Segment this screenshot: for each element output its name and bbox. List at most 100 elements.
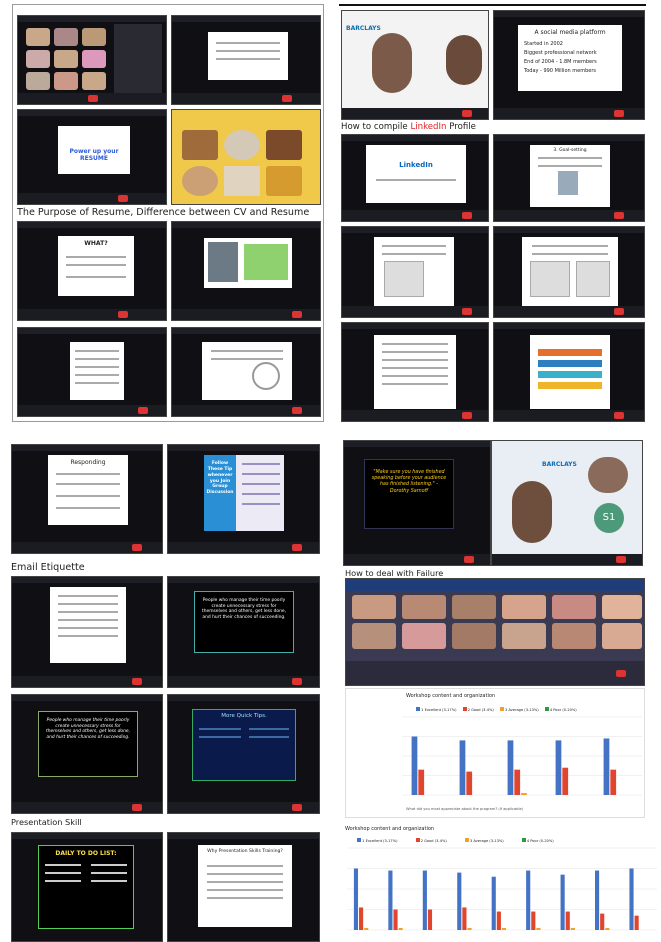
bar	[393, 909, 398, 930]
bar	[398, 927, 403, 930]
legend-label: 3 Average (3-13%)	[504, 708, 539, 712]
slide-title: Responding	[70, 459, 106, 466]
caption-linkedin: LinkedIn	[410, 122, 447, 132]
legend-item: 3 Average (3-13%)	[464, 838, 504, 843]
video-call-s1: BARCLAYS S1	[491, 440, 643, 566]
legend-label: 2 Good (3-4%)	[467, 708, 494, 712]
panel-failure: "Make sure you have finished speaking be…	[339, 440, 661, 942]
bar	[462, 907, 467, 930]
panel-linkedin: BARCLAYS A social media platform Started…	[339, 4, 646, 424]
caption-part: How to compile	[341, 122, 411, 132]
video-call-power-resume: Power up your RESUME	[17, 109, 167, 205]
bar	[466, 771, 473, 795]
bar	[459, 740, 466, 795]
video-call-doc-c	[341, 322, 489, 422]
bar	[411, 736, 418, 795]
video-call-responding: Responding	[11, 444, 163, 554]
slide-quote: People who manage their time poorly crea…	[202, 598, 286, 621]
bar	[418, 769, 425, 795]
panel-resume: Power up your RESUME The Purpose of Resu…	[12, 4, 324, 422]
bar	[610, 769, 617, 795]
video-call-bars-slide	[493, 322, 645, 422]
video-call-gallery-2	[345, 578, 645, 686]
slide-title: Power up your RESUME	[69, 148, 119, 162]
panel-etiquette: Responding Follow These Tip whenever you…	[11, 440, 320, 942]
video-call-time-italic: People who manage their time poorly crea…	[11, 694, 163, 814]
barclays-logo: BARCLAYS	[542, 461, 577, 468]
legend-item: 4 Poor (0-20%)	[544, 707, 577, 712]
barclays-logo: BARCLAYS	[346, 25, 381, 32]
bar	[507, 740, 514, 795]
bar	[457, 872, 462, 930]
bar	[501, 927, 507, 930]
bar	[427, 909, 433, 930]
legend-label: 2 Good (3-4%)	[420, 839, 447, 843]
slide-title: DAILY TO DO LIST:	[55, 850, 117, 857]
chart-legend: 1 Excellent (3-17%) 2 Good (3-4%) 3 Aver…	[416, 707, 577, 712]
avatar: S1	[594, 503, 624, 533]
video-call-follow-tips: Follow These Tip whenever you Join Group…	[167, 444, 320, 554]
caption-part: Profile	[446, 122, 476, 132]
bar	[536, 927, 541, 930]
slide-quote: People who manage their time poorly crea…	[46, 718, 130, 741]
video-call-todo: DAILY TO DO LIST:	[11, 832, 163, 942]
bar	[605, 927, 610, 930]
video-call-green-slide	[171, 221, 321, 321]
legend-item: 1 Excellent (3-17%)	[357, 838, 398, 843]
bar	[496, 911, 501, 930]
bar	[364, 927, 369, 930]
video-call-barclays: BARCLAYS	[341, 10, 489, 120]
legend-label: 1 Excellent (3-17%)	[362, 839, 398, 843]
slide-quote: "Make sure you have finished speaking be…	[371, 470, 447, 494]
section-caption: How to compile LinkedIn Profile	[341, 122, 476, 132]
linkedin-logo: LinkedIn	[399, 161, 433, 169]
bar	[514, 769, 521, 795]
video-call-time-quote: People who manage their time poorly crea…	[167, 576, 320, 688]
legend-item: 2 Good (3-4%)	[462, 707, 494, 712]
bullet: Today - 990 Million members	[524, 68, 596, 74]
bar	[629, 868, 634, 930]
bar	[560, 874, 565, 930]
slide-title: More Quick Tips.	[221, 713, 267, 719]
section-caption: Email Etiquette	[11, 562, 85, 573]
chart-title: Workshop content and organization	[345, 826, 435, 832]
video-call-food-slide	[171, 109, 321, 205]
bar	[595, 870, 600, 930]
legend-label: 3 Average (3-13%)	[469, 839, 504, 843]
video-call-gallery	[17, 15, 167, 105]
chart-bottom: Workshop content and organization 1 Exce…	[341, 824, 659, 940]
legend-label: 4 Poor (0-20%)	[526, 839, 554, 843]
video-call-why-presentation: Why Presentation Skills Training?	[167, 832, 320, 942]
bar	[521, 793, 527, 795]
section-caption: Presentation Skill	[11, 817, 82, 827]
video-call-document	[17, 327, 167, 417]
slide-title: Follow These Tip whenever you Join Group…	[206, 461, 234, 496]
video-call-quote: "Make sure you have finished speaking be…	[343, 440, 491, 566]
video-call-goal: 3. Goal-setting	[493, 134, 645, 222]
legend-item: 3 Average (3-13%)	[499, 707, 539, 712]
section-caption: How to deal with Failure	[345, 568, 444, 578]
section-caption: The Purpose of Resume, Difference betwee…	[17, 207, 310, 218]
slide-title: 3. Goal-setting	[553, 148, 587, 153]
legend-label: 1 Excellent (3-17%)	[421, 708, 457, 712]
slide-title: A social media platform	[534, 29, 606, 36]
bar	[491, 876, 496, 930]
bar	[526, 870, 531, 930]
video-call-quick-tips: More Quick Tips.	[167, 694, 320, 814]
bar	[467, 927, 472, 930]
bullet: End of 2004 - 1.8M members	[524, 59, 597, 65]
bar	[603, 738, 610, 795]
bar	[388, 870, 393, 930]
chart-bottom-plot	[347, 847, 657, 931]
video-call-slide	[171, 15, 321, 105]
bar	[600, 913, 605, 930]
chart-top: Workshop content and organization 1 Exce…	[345, 688, 645, 818]
bar	[422, 870, 427, 930]
slide-title: Why Presentation Skills Training?	[207, 849, 283, 854]
video-call-doc-a	[341, 226, 489, 318]
bar	[555, 740, 562, 795]
bullet: Biggest professional network	[524, 50, 597, 56]
bar	[359, 907, 364, 930]
video-call-doc-b	[493, 226, 645, 318]
bar	[565, 911, 570, 930]
